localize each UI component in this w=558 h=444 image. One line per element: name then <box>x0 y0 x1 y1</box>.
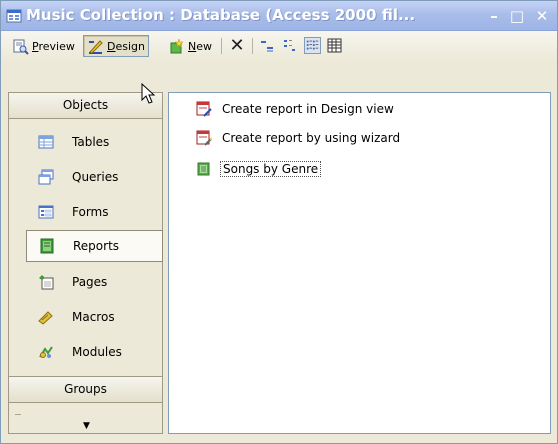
scroll-down-icon[interactable]: ▼ <box>83 422 90 431</box>
toolbar-separator <box>221 38 222 54</box>
objects-header[interactable]: Objects <box>8 92 163 119</box>
new-label: ew <box>196 39 212 53</box>
list-item-create-wizard[interactable]: Create report by using wizard <box>196 128 402 148</box>
report-wizard-icon <box>196 130 212 146</box>
design-button[interactable]: Design <box>83 35 149 57</box>
sidebar-item-label: Macros <box>72 310 115 324</box>
database-window-icon[interactable] <box>6 8 22 24</box>
database-window: Music Collection : Database (Access 2000… <box>0 0 558 444</box>
window-title: Music Collection : Database (Access 2000… <box>26 6 416 24</box>
toolbar-separator <box>252 38 253 54</box>
sidebar-item-queries[interactable]: Queries <box>24 162 162 192</box>
list-item-label: Create report in Design view <box>222 102 394 116</box>
pages-icon <box>39 275 54 290</box>
list-item-create-design[interactable]: Create report in Design view <box>196 99 396 119</box>
small-icons-icon[interactable] <box>282 37 299 54</box>
reports-icon <box>40 238 54 254</box>
maximize-button[interactable]: □ <box>508 7 526 25</box>
large-icons-icon[interactable] <box>259 37 276 54</box>
close-button[interactable]: ✕ <box>533 7 551 25</box>
queries-icon <box>38 169 54 185</box>
new-object-icon <box>170 37 184 53</box>
list-item-label: Create report by using wizard <box>222 131 401 145</box>
sidebar-item-label: Pages <box>72 275 108 289</box>
print-preview-icon <box>13 39 29 55</box>
list-item-label: Songs by Genre <box>220 161 322 177</box>
report-design-icon <box>196 101 212 117</box>
details-view-icon[interactable] <box>326 37 343 54</box>
sidebar-item-modules[interactable]: Modules <box>24 337 162 367</box>
sidebar-item-label: Modules <box>72 345 122 359</box>
new-accelerator: N <box>188 39 197 53</box>
design-label: esign <box>115 39 145 53</box>
list-item-songs-by-genre[interactable]: Songs by Genre <box>196 159 322 179</box>
sidebar-item-label: Reports <box>73 239 120 253</box>
groups-header[interactable]: Groups <box>8 376 163 403</box>
list-view-icon[interactable] <box>304 37 321 54</box>
report-icon <box>197 162 210 176</box>
new-button[interactable]: New <box>165 35 215 57</box>
tables-icon <box>38 135 54 149</box>
minimize-button[interactable]: – <box>485 7 503 25</box>
modules-icon <box>39 346 53 358</box>
sidebar-item-macros[interactable]: Macros <box>24 302 162 332</box>
macros-icon <box>38 311 53 325</box>
group-dash <box>15 414 21 415</box>
preview-label: review <box>38 39 75 53</box>
toolbar: Preview Design New ✕ <box>1 31 557 61</box>
forms-icon <box>38 205 54 219</box>
preview-button[interactable]: Preview <box>9 35 78 57</box>
sidebar-item-reports[interactable]: Reports <box>26 230 163 262</box>
design-view-icon <box>89 39 103 54</box>
title-bar[interactable]: Music Collection : Database (Access 2000… <box>1 1 557 31</box>
sidebar-item-pages[interactable]: Pages <box>24 267 162 297</box>
delete-icon[interactable]: ✕ <box>227 36 247 56</box>
sidebar-item-tables[interactable]: Tables <box>24 127 162 157</box>
sidebar-item-label: Forms <box>72 205 109 219</box>
sidebar-item-forms[interactable]: Forms <box>24 197 162 227</box>
mouse-pointer-icon <box>141 83 156 104</box>
sidebar-item-label: Queries <box>72 170 119 184</box>
sidebar-item-label: Tables <box>72 135 110 149</box>
